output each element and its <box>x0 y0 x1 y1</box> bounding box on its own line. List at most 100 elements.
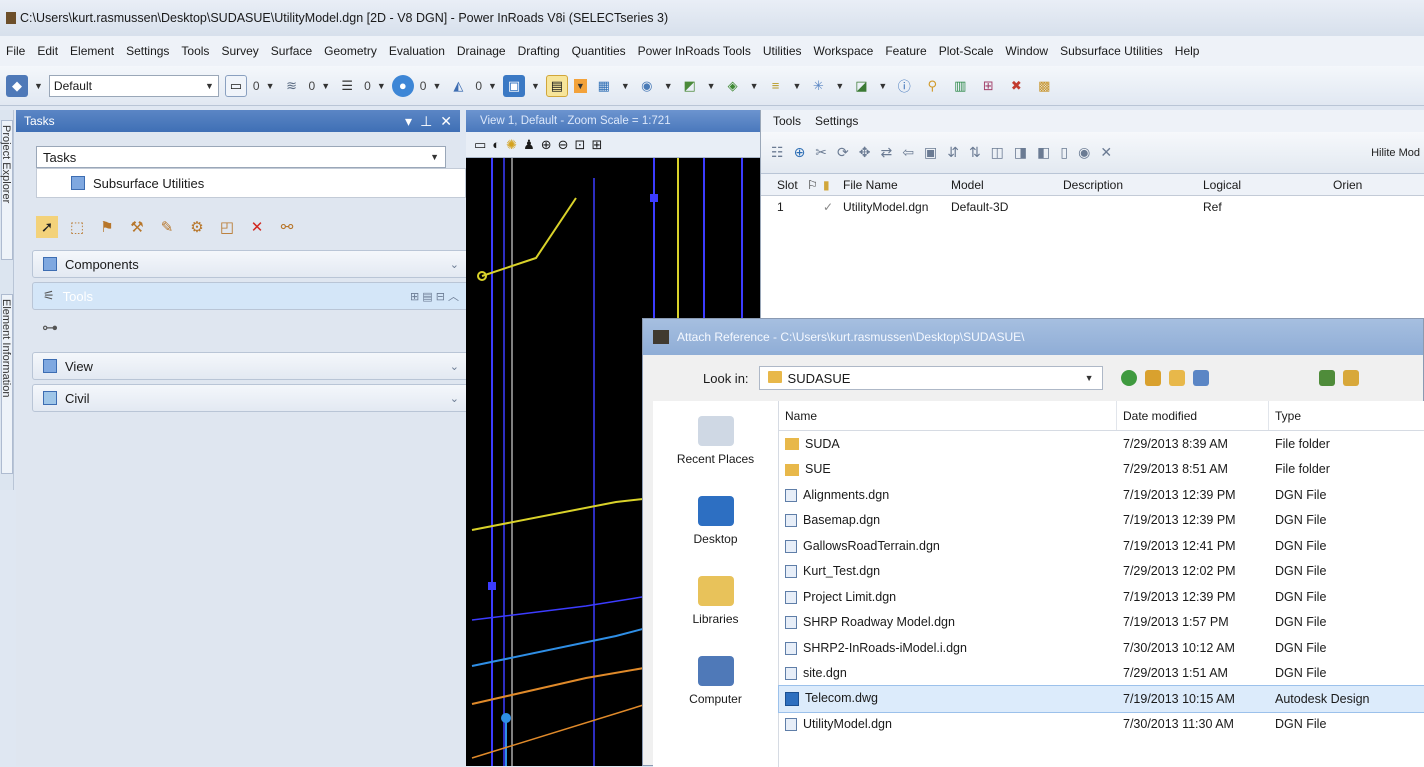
snap-icon[interactable]: ✳ <box>807 75 829 97</box>
display-style-icon[interactable]: ◐ <box>492 137 500 152</box>
view-attributes-icon[interactable]: ▭ <box>474 137 486 153</box>
terrain-icon[interactable]: ◩ <box>679 75 701 97</box>
reference-icon[interactable]: ▤ <box>545 74 568 97</box>
section-tools[interactable]: ⚟ Tools ⊞ ▤ ⊟ ︿ <box>32 282 470 310</box>
menu-help[interactable]: Help <box>1175 44 1200 58</box>
chevron-down-icon[interactable]: ▼ <box>835 81 844 91</box>
active-attributes-icon[interactable]: ◆ <box>6 74 28 97</box>
menu-survey[interactable]: Survey <box>221 44 258 58</box>
delete-element-icon[interactable]: ✕ <box>246 216 268 238</box>
table-row[interactable]: 1 ✓ UtilityModel.dgn Default-3D Ref <box>761 196 1424 218</box>
up-folder-icon[interactable] <box>1144 370 1161 386</box>
chevron-down-icon[interactable]: ▼ <box>432 81 441 91</box>
chevron-down-icon[interactable]: ▼ <box>488 81 497 91</box>
panel-menu-icon[interactable]: ▾ <box>405 113 412 130</box>
file-row[interactable]: Basemap.dgn 7/19/2013 12:39 PM DGN File <box>779 508 1424 534</box>
menu-quantities[interactable]: Quantities <box>572 44 626 58</box>
map-icon[interactable]: ◪ <box>850 75 872 97</box>
file-row[interactable]: UtilityModel.dgn 7/30/2013 11:30 AM DGN Fi… <box>779 712 1424 738</box>
chevron-down-icon[interactable]: ▼ <box>531 81 540 91</box>
chevron-down-icon[interactable]: ▼ <box>266 81 275 91</box>
pin-icon[interactable]: ⊥ <box>420 113 432 130</box>
chevron-down-icon[interactable]: ▼ <box>573 78 587 93</box>
menu-power-inroads-tools[interactable]: Power InRoads Tools <box>638 44 751 58</box>
references-menu-tools[interactable]: Tools <box>773 114 801 128</box>
clip-delete-icon[interactable]: ◧ <box>1037 144 1050 161</box>
menu-settings[interactable]: Settings <box>126 44 169 58</box>
file-row[interactable]: SUE 7/29/2013 8:51 AM File folder <box>779 457 1424 483</box>
preview-icon[interactable] <box>1342 370 1359 386</box>
menu-subsurface-utilities[interactable]: Subsurface Utilities <box>1060 44 1163 58</box>
utility-tool-6-icon[interactable]: ⚙ <box>186 216 208 238</box>
menu-feature[interactable]: Feature <box>885 44 926 58</box>
col-type[interactable]: Type <box>1269 401 1424 430</box>
col-name[interactable]: Name <box>779 401 1117 430</box>
col-date-modified[interactable]: Date modified <box>1117 401 1269 430</box>
tree-icon[interactable]: ☷ <box>771 144 784 161</box>
chevron-down-icon[interactable]: ▼ <box>878 81 887 91</box>
menu-window[interactable]: Window <box>1005 44 1048 58</box>
raster-icon[interactable]: ▦ <box>593 75 615 97</box>
zoom-out-icon[interactable]: ⊖ <box>558 137 569 153</box>
col-description[interactable]: Description <box>1063 178 1203 192</box>
layers-icon[interactable]: ◈ <box>722 75 744 97</box>
file-row[interactable]: SUDA 7/29/2013 8:39 AM File folder <box>779 431 1424 457</box>
file-row[interactable]: SHRP2-InRoads-iModel.i.dgn 7/30/2013 10:1… <box>779 635 1424 661</box>
scale-icon[interactable]: ⇦ <box>902 144 914 161</box>
info-icon[interactable]: ⓘ <box>893 75 915 97</box>
file-row[interactable]: Kurt_Test.dgn 7/29/2013 12:02 PM DGN File <box>779 559 1424 585</box>
mirror-v-icon[interactable]: ⇅ <box>969 144 981 161</box>
place-desktop[interactable]: Desktop <box>653 481 778 561</box>
view-mode-icons[interactable]: ⊞ ▤ ⊟ ︿ <box>410 288 459 304</box>
chevron-down-icon[interactable]: ▼ <box>793 81 802 91</box>
mirror-h-icon[interactable]: ⇵ <box>947 144 959 161</box>
place-fence-icon[interactable]: ⬚ <box>66 216 88 238</box>
display-icon[interactable]: ◉ <box>1078 144 1090 161</box>
select-element-icon[interactable]: ➚ <box>36 216 58 238</box>
move-icon[interactable]: ✥ <box>859 144 871 161</box>
back-icon[interactable] <box>1120 370 1137 386</box>
delete-icon[interactable]: ✖ <box>1005 75 1027 97</box>
menu-drafting[interactable]: Drafting <box>518 44 560 58</box>
level-select[interactable]: Default ▼ <box>48 74 219 97</box>
file-row[interactable]: SHRP Roadway Model.dgn 7/19/2013 1:57 PM D… <box>779 610 1424 636</box>
exchange-icon[interactable]: ▯ <box>1060 144 1068 161</box>
attach-reference-icon[interactable]: ⊕ <box>794 144 806 161</box>
chevron-down-icon[interactable]: ▼ <box>34 81 43 91</box>
place-computer[interactable]: Computer <box>653 641 778 721</box>
look-in-select[interactable]: SUDASUE ▼ <box>758 366 1103 390</box>
col-logical[interactable]: Logical <box>1203 178 1333 192</box>
rotate-icon[interactable]: ▣ <box>924 144 937 161</box>
chevron-down-icon[interactable]: ▼ <box>664 81 673 91</box>
stack-icon[interactable]: ≡ <box>765 75 787 97</box>
utility-tool-7-icon[interactable]: ◰ <box>216 216 238 238</box>
place-libraries[interactable]: Libraries <box>653 561 778 641</box>
chevron-down-icon[interactable]: ▼ <box>707 81 716 91</box>
file-row[interactable]: Alignments.dgn 7/19/2013 12:39 PM DGN File <box>779 482 1424 508</box>
copy-icon[interactable]: ⇄ <box>881 144 893 161</box>
file-row[interactable]: site.dgn 7/29/2013 1:51 AM DGN File <box>779 661 1424 687</box>
chevron-down-icon[interactable]: ▼ <box>621 81 630 91</box>
close-icon[interactable]: ✕ <box>440 113 452 130</box>
view-menu-icon[interactable] <box>1192 370 1209 386</box>
tab-project-explorer[interactable]: Project Explorer <box>0 120 13 260</box>
priority-icon[interactable]: ◭ <box>447 75 469 97</box>
utility-tool-5-icon[interactable]: ✎ <box>156 216 178 238</box>
color-icon[interactable]: ▭ <box>224 74 247 97</box>
menu-utilities[interactable]: Utilities <box>763 44 802 58</box>
file-row[interactable]: GallowsRoadTerrain.dgn 7/19/2013 12:41 PM… <box>779 533 1424 559</box>
chevron-down-icon[interactable]: ▼ <box>750 81 759 91</box>
globe-icon[interactable]: ● <box>391 74 414 97</box>
file-row[interactable]: Project Limit.dgn 7/19/2013 12:39 PM DGN F… <box>779 584 1424 610</box>
lock-icon[interactable]: ▩ <box>1033 75 1055 97</box>
x-icon[interactable]: ✕ <box>1100 144 1112 161</box>
section-view[interactable]: View ⌄ <box>32 352 470 380</box>
chevron-down-icon[interactable]: ▼ <box>321 81 330 91</box>
zoom-in-icon[interactable]: ⊕ <box>541 137 552 153</box>
menu-workspace[interactable]: Workspace <box>814 44 874 58</box>
chevron-down-icon[interactable]: ▼ <box>377 81 386 91</box>
menu-file[interactable]: File <box>6 44 25 58</box>
section-civil[interactable]: Civil ⌄ <box>32 384 470 412</box>
menu-evaluation[interactable]: Evaluation <box>389 44 445 58</box>
utility-tool-3-icon[interactable]: ⚑ <box>96 216 118 238</box>
